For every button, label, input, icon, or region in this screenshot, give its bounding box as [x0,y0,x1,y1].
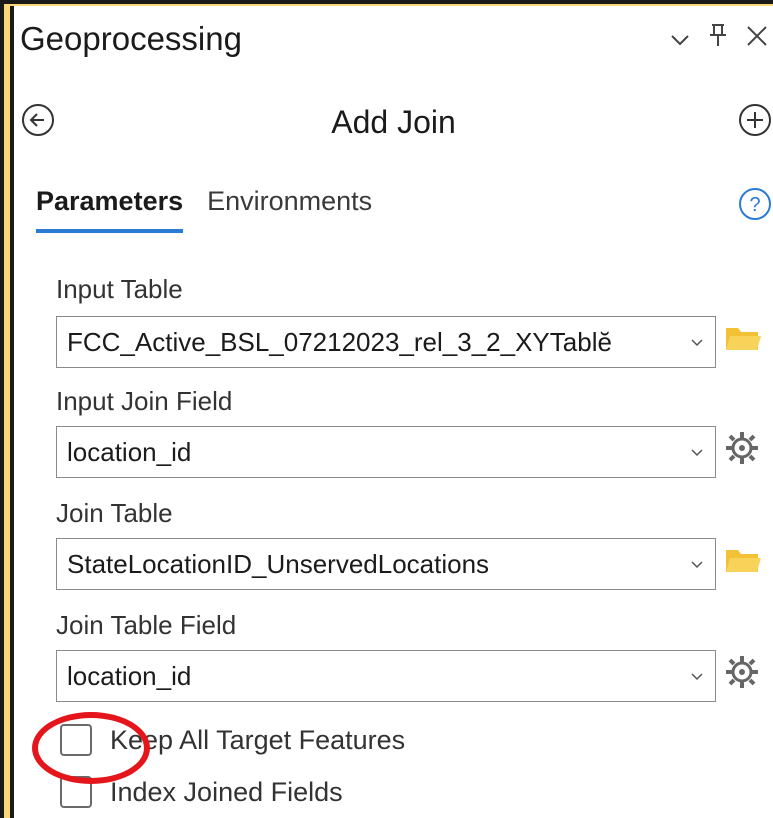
geoprocessing-pane: Geoprocessing Add Join Parameters Enviro… [10,6,773,818]
tool-title: Add Join [331,104,456,140]
index-joined-fields-checkbox[interactable]: Index Joined Fields [60,776,343,808]
chevron-down-icon [679,331,715,354]
tool-tabs: Parameters Environments [36,186,372,233]
chevron-down-icon [679,665,715,688]
tab-environments[interactable]: Environments [207,186,372,233]
join-table-field-label: Join Table Field [56,610,237,640]
input-join-field-label: Input Join Field [56,386,233,416]
pin-icon[interactable] [709,22,727,55]
input-table-dropdown[interactable]: FCC_Active_BSL_07212023_rel_3_2_XYTablĕ [56,316,716,368]
join-table-dropdown[interactable]: StateLocationID_UnservedLocations [56,538,716,590]
join-table-value: StateLocationID_UnservedLocations [67,548,490,579]
gear-icon[interactable] [724,430,760,471]
pane-title-controls [669,22,769,55]
tool-header: Add Join [14,98,773,148]
input-table-value: FCC_Active_BSL_07212023_rel_3_2_XYTablĕ [67,326,612,357]
chevron-down-icon[interactable] [669,23,691,55]
keep-all-target-features-checkbox[interactable]: Keep All Target Features [60,724,405,756]
input-join-field-dropdown[interactable]: location_id [56,426,716,478]
add-circle-icon[interactable] [737,102,773,143]
checkbox-box[interactable] [60,776,92,808]
close-icon[interactable] [745,23,769,55]
join-table-field-value: location_id [67,660,192,691]
input-table-label: Input Table [56,274,183,304]
folder-icon[interactable] [724,544,762,581]
gear-icon[interactable] [724,654,760,695]
pane-title: Geoprocessing [20,20,242,57]
chevron-down-icon [679,553,715,576]
svg-text:?: ? [749,194,760,216]
folder-icon[interactable] [724,322,762,359]
tab-parameters[interactable]: Parameters [36,186,184,233]
checkbox-box[interactable] [60,724,92,756]
input-join-field-value: location_id [67,436,192,467]
join-table-field-dropdown[interactable]: location_id [56,650,716,702]
help-circle-icon[interactable]: ? [737,186,773,227]
chevron-down-icon [679,441,715,464]
join-table-label: Join Table [56,498,173,528]
checkbox-label: Index Joined Fields [110,776,343,807]
checkbox-label: Keep All Target Features [110,724,406,755]
